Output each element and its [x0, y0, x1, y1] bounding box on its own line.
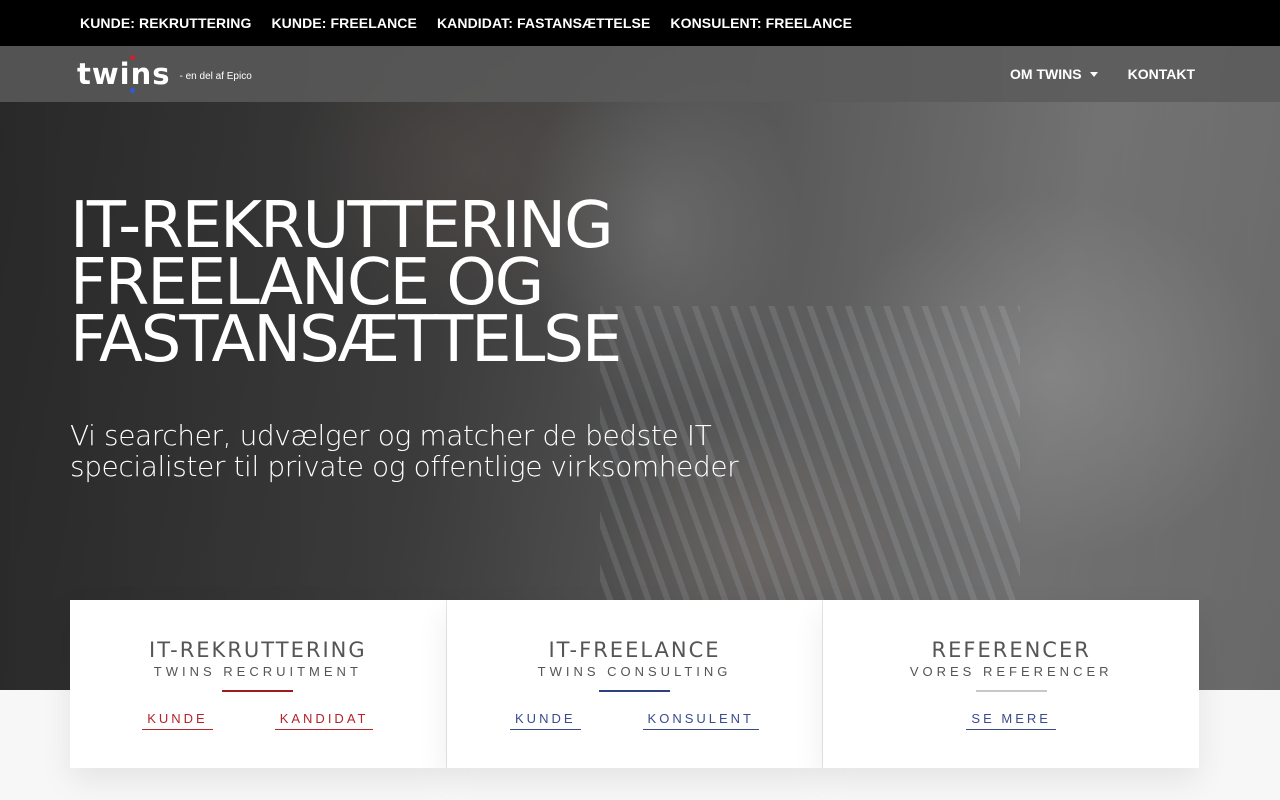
card-links: KUNDE KONSULENT [510, 711, 759, 730]
card-referencer: REFERENCER VORES REFERENCER SE MERE [823, 600, 1200, 768]
top-bar: KUNDE: REKRUTTERING KUNDE: FREELANCE KAN… [0, 0, 1280, 46]
logo-blue-dot [130, 88, 135, 93]
topbar-link-konsulent-freelance[interactable]: KONSULENT: FREELANCE [670, 15, 852, 31]
card-link-se-mere[interactable]: SE MERE [966, 711, 1056, 730]
card-subtitle: TWINS RECRUITMENT [153, 664, 362, 679]
card-title: REFERENCER [931, 638, 1091, 662]
card-link-kandidat[interactable]: KANDIDAT [274, 711, 374, 730]
topbar-link-kunde-freelance[interactable]: KUNDE: FREELANCE [271, 15, 417, 31]
nav-item-kontakt[interactable]: KONTAKT [1128, 66, 1195, 82]
topbar-link-kunde-rekruttering[interactable]: KUNDE: REKRUTTERING [80, 15, 251, 31]
card-subtitle: TWINS CONSULTING [537, 664, 732, 679]
card-links: KUNDE KANDIDAT [142, 711, 374, 730]
card-subtitle: VORES REFERENCER [909, 664, 1113, 679]
card-title: IT-REKRUTTERING [149, 638, 367, 662]
card-link-konsulent[interactable]: KONSULENT [642, 711, 759, 730]
card-it-freelance: IT-FREELANCE TWINS CONSULTING KUNDE KONS… [446, 600, 824, 768]
nav-item-om-twins[interactable]: OM TWINS [1010, 66, 1098, 82]
nav-item-label: OM TWINS [1010, 66, 1082, 82]
card-link-kunde[interactable]: KUNDE [510, 711, 581, 730]
site-logo[interactable]: twins - en del af Epico [77, 55, 252, 93]
card-it-rekruttering: IT-REKRUTTERING TWINS RECRUITMENT KUNDE … [70, 600, 447, 768]
hero-subtitle: Vi searcher, udvælger og matcher de beds… [70, 419, 739, 483]
card-link-kunde[interactable]: KUNDE [142, 711, 213, 730]
header-nav: twins - en del af Epico OM TWINS KONTAKT [0, 46, 1280, 102]
caret-down-icon [1089, 71, 1098, 77]
service-cards: IT-REKRUTTERING TWINS RECRUITMENT KUNDE … [70, 600, 1200, 768]
card-divider [599, 690, 670, 692]
topbar-link-kandidat-fastansaettelse[interactable]: KANDIDAT: FASTANSÆTTELSE [437, 15, 650, 31]
card-divider [222, 690, 294, 692]
logo-red-dot [130, 55, 135, 60]
logo-text: twins [77, 57, 171, 91]
main-menu: OM TWINS KONTAKT [1010, 46, 1195, 102]
card-title: IT-FREELANCE [548, 638, 721, 662]
logo-wordmark: twins [77, 55, 171, 93]
card-links: SE MERE [966, 711, 1056, 730]
hero-title: IT-REKRUTTERING FREELANCE OG FASTANSÆTTE… [70, 194, 830, 377]
hero-title-line: FASTANSÆTTELSE [70, 303, 622, 377]
card-divider [975, 690, 1047, 692]
logo-tagline: - en del af Epico [179, 70, 252, 82]
nav-item-label: KONTAKT [1127, 66, 1195, 82]
